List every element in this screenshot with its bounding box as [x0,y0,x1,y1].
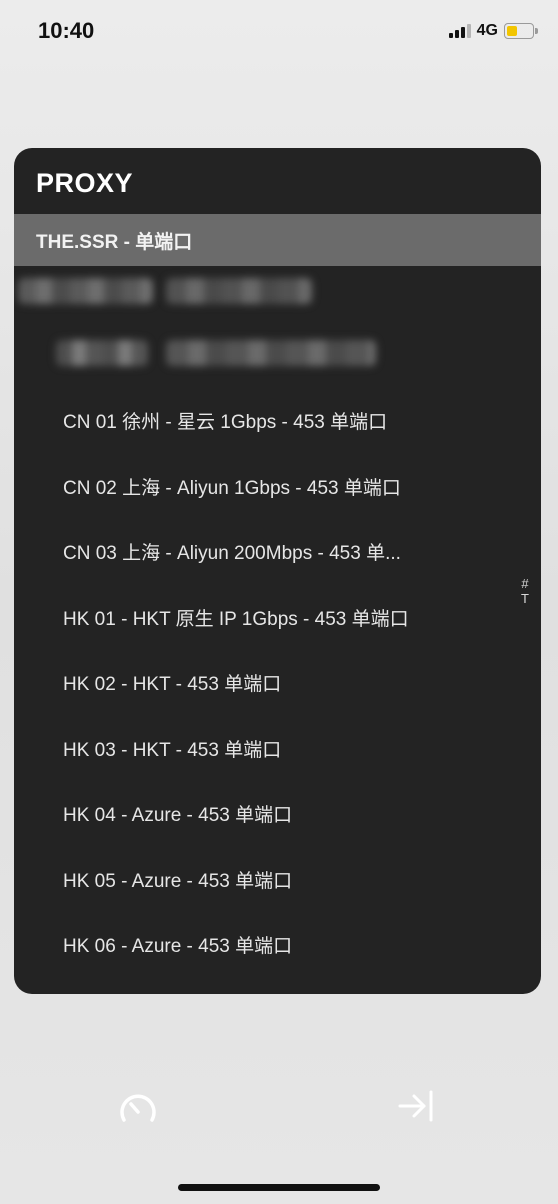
status-time: 10:40 [38,18,95,43]
server-item[interactable]: HK 05 - Azure - 453 单端口 [14,847,541,913]
server-item[interactable]: CN 01 徐州 - 星云 1Gbps - 453 单端口 [14,388,541,454]
proxy-panel: PROXY THE.SSR - 单端口 CN 01 徐州 - 星云 1Gbps … [14,148,541,994]
server-item[interactable]: HK 03 - HKT - 453 单端口 [14,716,541,782]
signal-icon [448,24,471,38]
index-letter[interactable]: # [521,576,528,591]
server-item[interactable]: HK 02 - HKT - 453 单端口 [14,650,541,716]
status-indicators: 4G [448,22,538,40]
server-item[interactable]: HK 06 - Azure - 453 单端口 [14,912,541,978]
network-type: 4G [476,22,498,39]
redacted-item[interactable] [18,278,153,304]
index-letter[interactable]: T [521,591,529,606]
server-list: CN 01 徐州 - 星云 1Gbps - 453 单端口 CN 02 上海 -… [14,388,541,978]
server-item[interactable]: CN 02 上海 - Aliyun 1Gbps - 453 单端口 [14,454,541,520]
home-indicator [178,1184,380,1191]
section-index-bar[interactable]: # T [517,576,533,606]
selected-proxy-group[interactable]: THE.SSR - 单端口 [14,214,541,266]
speedometer-icon[interactable] [116,1086,160,1130]
redacted-item[interactable] [56,340,148,366]
redacted-item[interactable] [166,278,312,304]
status-bar: 10:40 4G [0,0,558,64]
server-item[interactable]: HK 04 - Azure - 453 单端口 [14,781,541,847]
server-item[interactable]: HK 01 - HKT 原生 IP 1Gbps - 453 单端口 [14,585,541,651]
battery-icon [504,23,538,39]
server-item[interactable]: CN 03 上海 - Aliyun 200Mbps - 453 单... [14,519,541,585]
panel-title: PROXY [36,168,134,198]
redacted-item[interactable] [166,340,376,366]
bottom-toolbar [0,1070,558,1150]
exit-arrow-icon[interactable] [396,1086,436,1126]
